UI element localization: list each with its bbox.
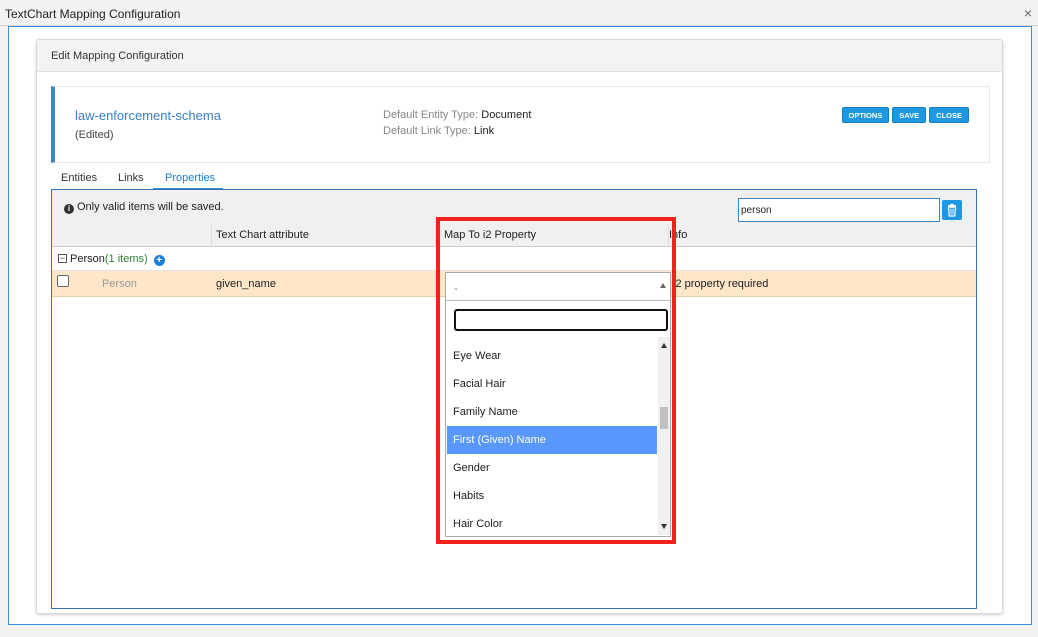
close-button[interactable]: CLOSE [929,107,969,123]
column-divider [435,225,436,247]
i2-property-select[interactable]: - [446,273,670,301]
col-map-header[interactable]: Map To i2 Property [444,229,536,241]
window-close-icon[interactable]: × [1024,5,1032,21]
group-count: (1 items) [104,253,148,265]
column-header-row: Text Chart attribute Map To i2 Property … [52,225,976,247]
default-link-label: Default Link Type: [383,125,471,137]
tab-entities[interactable]: Entities [61,172,97,184]
col-attr-header[interactable]: Text Chart attribute [216,229,309,241]
group-name: Person [70,253,105,265]
dropdown-option[interactable]: Gender [447,454,657,482]
dropdown-option[interactable]: Hair Color [447,510,657,538]
action-buttons: OPTIONS SAVE CLOSE [841,107,969,123]
scroll-down-icon[interactable] [661,524,667,529]
schema-summary: law-enforcement-schema (Edited) Default … [51,86,990,163]
default-entity-label: Default Entity Type: [383,109,479,121]
dropdown-options-list: Eye Wear Facial Hair Family Name First (Giv… [447,342,657,538]
delete-button[interactable] [942,200,962,220]
i2-property-dropdown: - Eye Wear Facial Hair Family Name First (G… [445,272,671,537]
default-entity-value: Document [481,109,532,121]
window-title-bar: TextChart Mapping Configuration × [0,0,1038,26]
panel-title: Edit Mapping Configuration [51,50,184,62]
grid-toolbar: i Only valid items will be saved. [52,190,976,225]
scroll-thumb[interactable] [660,407,668,429]
selected-value: - [454,283,458,295]
dropdown-option[interactable]: Facial Hair [447,370,657,398]
save-button[interactable]: SAVE [892,107,927,123]
trash-icon [947,203,957,217]
tab-bar: Entities Links Properties [51,168,989,190]
tab-links[interactable]: Links [118,172,144,184]
panel-header: Edit Mapping Configuration [37,40,1002,72]
column-divider [668,225,669,247]
info-icon: i [64,204,74,214]
valid-items-note-text: Only valid items will be saved. [77,201,224,213]
row-checkbox[interactable] [57,275,69,287]
dropdown-search-input[interactable] [454,309,668,331]
window-title: TextChart Mapping Configuration [5,7,181,21]
schema-name: law-enforcement-schema [75,108,221,123]
tab-properties[interactable]: Properties [165,172,215,184]
row-type: Person [102,278,137,290]
column-divider [211,225,212,247]
valid-items-note: i Only valid items will be saved. [64,201,224,214]
group-row-person: − Person(1 items) + [52,247,976,271]
collapse-icon[interactable]: − [58,254,67,263]
default-link-value: Link [473,125,495,137]
chevron-up-icon [660,283,666,288]
dropdown-option[interactable]: Eye Wear [447,342,657,370]
add-item-icon[interactable]: + [153,255,165,266]
dropdown-option[interactable]: First (Given) Name [447,426,657,454]
default-entity-type: Default Entity Type: Document [383,109,531,121]
dropdown-option[interactable]: Family Name [447,398,657,426]
group-label: Person(1 items) + [70,253,165,266]
col-info-header[interactable]: Info [669,229,687,241]
filter-input[interactable] [738,198,940,222]
dropdown-option[interactable]: Habits [447,482,657,510]
schema-status: (Edited) [75,129,114,141]
default-link-type: Default Link Type: Link [383,125,494,137]
options-button[interactable]: OPTIONS [841,107,890,123]
scroll-up-icon[interactable] [661,343,667,348]
row-info: i2 property required [673,278,769,290]
dropdown-scrollbar[interactable] [658,337,670,535]
row-attribute: given_name [216,278,276,290]
